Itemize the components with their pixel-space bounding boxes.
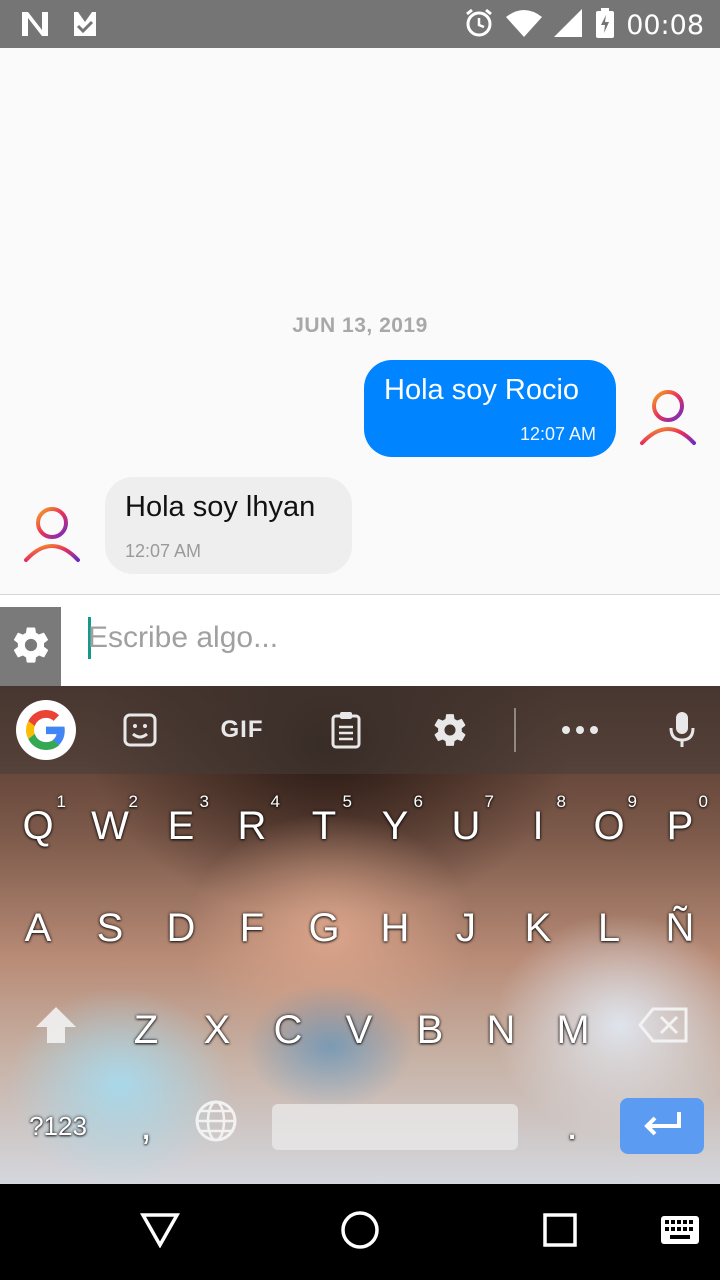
key-l[interactable]: L xyxy=(577,888,641,968)
key-o[interactable]: O9 xyxy=(577,786,641,866)
keyboard-switch-button[interactable] xyxy=(658,1212,702,1252)
key-g[interactable]: G xyxy=(292,888,356,968)
home-icon xyxy=(340,1210,380,1255)
key-y[interactable]: Y6 xyxy=(363,786,427,866)
key-r[interactable]: R4 xyxy=(220,786,284,866)
key-b[interactable]: B xyxy=(398,990,462,1070)
key-x[interactable]: X xyxy=(185,990,249,1070)
message-input[interactable] xyxy=(88,613,698,663)
contact-avatar-icon[interactable] xyxy=(20,502,84,566)
shift-icon xyxy=(34,1005,78,1055)
message-text: Hola soy lhyan xyxy=(125,491,316,523)
key-w[interactable]: W2 xyxy=(78,786,142,866)
shift-key[interactable] xyxy=(24,990,88,1070)
key-n[interactable]: N xyxy=(469,990,533,1070)
message-time: 12:07 AM xyxy=(519,424,596,444)
key-e[interactable]: E3 xyxy=(149,786,213,866)
outgoing-message-bubble[interactable]: Hola soy Rocio 12:07 AM xyxy=(364,360,616,457)
message-list[interactable]: JUN 13, 2019 Hola soy Rocio 12:07 AM Hol… xyxy=(0,48,720,594)
back-icon xyxy=(139,1212,181,1253)
battery-charging-icon xyxy=(596,8,615,43)
comma-key[interactable]: , xyxy=(114,1086,178,1166)
gif-button[interactable]: GIF xyxy=(212,704,272,756)
key-d[interactable]: D xyxy=(149,888,213,968)
key-h[interactable]: H xyxy=(363,888,427,968)
globe-icon xyxy=(194,1099,238,1153)
toolbar-divider xyxy=(514,708,516,752)
back-button[interactable] xyxy=(138,1212,182,1252)
user-avatar-icon[interactable] xyxy=(636,385,700,449)
recents-icon xyxy=(542,1212,578,1253)
incoming-message-bubble[interactable]: Hola soy lhyan 12:07 AM xyxy=(105,477,352,574)
microphone-icon[interactable] xyxy=(656,704,708,756)
message-time: 12:07 AM xyxy=(125,541,202,561)
symbols-key[interactable]: ?123 xyxy=(18,1086,98,1166)
key-p[interactable]: P0 xyxy=(648,786,712,866)
enter-arrow-icon xyxy=(641,1110,683,1143)
key-i[interactable]: I8 xyxy=(506,786,570,866)
keyboard-switch-icon xyxy=(660,1215,700,1250)
key-a[interactable]: A xyxy=(6,888,70,968)
key-q[interactable]: Q1 xyxy=(6,786,70,866)
wifi-icon xyxy=(506,9,543,42)
settings-icon[interactable] xyxy=(424,704,476,756)
message-composer xyxy=(0,594,720,687)
key-k[interactable]: K xyxy=(506,888,570,968)
language-key[interactable] xyxy=(184,1086,248,1166)
date-separator: JUN 13, 2019 xyxy=(292,314,428,337)
backspace-key[interactable] xyxy=(628,990,698,1070)
more-icon[interactable] xyxy=(554,704,606,756)
gear-icon xyxy=(10,624,52,671)
key-n-tilde[interactable]: Ñ xyxy=(648,888,712,968)
enter-key[interactable] xyxy=(620,1098,704,1154)
key-t[interactable]: T5 xyxy=(292,786,356,866)
key-m[interactable]: M xyxy=(541,990,605,1070)
backspace-icon xyxy=(637,1006,689,1054)
key-f[interactable]: F xyxy=(220,888,284,968)
key-u[interactable]: U7 xyxy=(434,786,498,866)
download-check-icon xyxy=(72,10,98,43)
period-key[interactable]: . xyxy=(540,1086,604,1166)
keyboard: GIF Q1 W2 E3 R4 T5 Y6 U7 I8 O9 P0 A S D … xyxy=(0,686,720,1184)
clock: 00:08 xyxy=(626,10,704,41)
key-j[interactable]: J xyxy=(434,888,498,968)
key-v[interactable]: V xyxy=(327,990,391,1070)
navigation-bar xyxy=(0,1184,720,1280)
key-z[interactable]: Z xyxy=(114,990,178,1070)
keyboard-toolbar: GIF xyxy=(0,686,720,774)
key-c[interactable]: C xyxy=(256,990,320,1070)
sticker-icon[interactable] xyxy=(114,704,166,756)
message-text: Hola soy Rocio xyxy=(384,374,580,406)
n-notification-icon xyxy=(20,10,50,43)
recents-button[interactable] xyxy=(540,1212,580,1252)
alarm-icon xyxy=(464,8,494,43)
status-bar: 00:08 xyxy=(0,0,720,48)
settings-button[interactable] xyxy=(0,607,61,687)
google-icon[interactable] xyxy=(16,700,76,760)
key-s[interactable]: S xyxy=(78,888,142,968)
signal-icon xyxy=(554,9,584,42)
space-key[interactable] xyxy=(272,1104,518,1150)
home-button[interactable] xyxy=(338,1210,382,1255)
clipboard-icon[interactable] xyxy=(320,704,372,756)
